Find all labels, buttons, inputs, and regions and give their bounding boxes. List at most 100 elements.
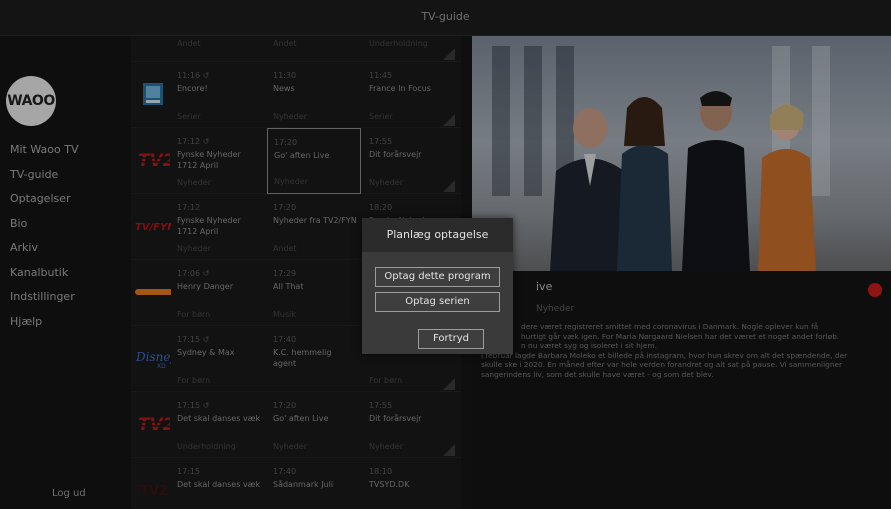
program-description: dere været registreret smittet med coron… — [481, 322, 886, 380]
program-cell[interactable]: Andet — [171, 36, 265, 62]
cancel-button[interactable]: Fortryd — [418, 329, 484, 349]
svg-text:XD: XD — [157, 363, 166, 369]
guide-row: TV217:15Det skal danses vækUnderholdning… — [131, 458, 461, 509]
program-cell[interactable]: 11:30 News Nyheder — [267, 62, 361, 128]
sidebar-item-bio[interactable]: Bio — [10, 212, 78, 237]
channel-logo-icon: TV2 — [135, 472, 171, 508]
guide-row-partial: Andet Andet Underholdning — [131, 36, 461, 62]
program-cell[interactable]: 17:40 K.C. hemmelig agent — [267, 326, 361, 392]
program-genre: For børn — [177, 310, 211, 319]
program-genre: Nyheder — [177, 178, 211, 187]
record-series-button[interactable]: Optag serien — [375, 292, 500, 312]
svg-text:TV2: TV2 — [138, 151, 170, 171]
program-time: 17:20 — [273, 401, 297, 410]
program-cell[interactable]: 11:16 ↺ Encore! Serier — [171, 62, 265, 128]
program-genre: Nyheder — [273, 112, 307, 121]
program-cell[interactable]: Andet — [267, 36, 361, 62]
sidebar-nav: Mit Waoo TV TV-guide Optagelser Bio Arki… — [10, 138, 78, 334]
program-time: 17:55 — [369, 401, 393, 410]
sidebar-item-kanalbutik[interactable]: Kanalbutik — [10, 261, 78, 286]
svg-text:TV2: TV2 — [140, 484, 168, 499]
program-cell[interactable]: 17:15 ↺ Sydney & Max For børn — [171, 326, 265, 392]
page-title: TV-guide — [421, 10, 470, 23]
program-time: 17:15 ↺ — [177, 401, 210, 410]
program-title: Go' aften Live — [274, 151, 330, 160]
program-time: 11:45 — [369, 71, 393, 80]
program-time: 18:10 — [369, 467, 393, 476]
program-detail-panel — [472, 36, 891, 509]
svg-text:Disney: Disney — [135, 350, 171, 364]
channel-logo-icon: TV/FYN — [135, 208, 171, 244]
description-line: I februar lagde Barbara Moleko et billed… — [481, 350, 848, 360]
program-genre: Musik — [273, 310, 296, 319]
program-cell-selected[interactable]: 17:20 Go' aften Live Nyheder — [267, 128, 361, 194]
guide-row: TV2 17:12 ↺ Fynske Nyheder 1712 April Nyhed… — [131, 128, 461, 194]
sidebar-item-mit-waoo-tv[interactable]: Mit Waoo TV — [10, 138, 78, 163]
program-time: 17:20 — [274, 138, 298, 147]
program-time: 17:40 — [273, 335, 297, 344]
channel-logo-icon — [135, 274, 171, 310]
program-cell[interactable]: 17:55 Dit forårsvejr Nyheder — [363, 128, 457, 194]
program-title: K.C. hemmelig agent — [273, 348, 332, 368]
program-title: Det skal danses væk — [177, 414, 261, 423]
program-cell[interactable]: 17:20 Nyheder fra TV2/FYN Andet — [267, 194, 361, 260]
program-cell[interactable]: 17:40Sådanmark JuliSerier — [267, 458, 361, 509]
program-title: TVSYD.DK — [369, 480, 410, 489]
program-time: 17:12 ↺ — [177, 137, 210, 146]
svg-text:TV2: TV2 — [138, 415, 170, 435]
program-cell[interactable]: 17:15 ↺ Det skal danses væk Underholdning — [171, 392, 265, 458]
program-genre: For børn — [177, 376, 211, 385]
description-line: n nu været syg og isoleret i sit hjem. — [521, 341, 657, 351]
program-time: 17:40 — [273, 467, 297, 476]
program-title: Encore! — [177, 84, 208, 93]
logout-button[interactable]: Log ud — [52, 488, 86, 499]
sidebar-item-tv-guide[interactable]: TV-guide — [10, 163, 78, 188]
program-genre: Underholdning — [177, 442, 236, 451]
channel-logo-icon: TV2 — [135, 142, 171, 178]
program-genre: Nyheder — [273, 442, 307, 451]
program-title: ive — [536, 280, 553, 293]
program-cell[interactable]: 17:12 Fynske Nyheder 1712 April Nyheder — [171, 194, 265, 260]
channel-logo-icon — [135, 76, 171, 112]
program-cell[interactable]: 17:55 Dit forårsvejr Nyheder — [363, 392, 457, 458]
description-line: dere været registreret smittet med coron… — [521, 322, 819, 331]
program-cell[interactable]: 17:15Det skal danses vækUnderholdning — [171, 458, 265, 509]
program-title: News — [273, 84, 295, 93]
channel-logo-icon: TV2 — [135, 406, 171, 442]
record-program-button[interactable]: Optag dette program — [375, 267, 500, 287]
svg-text:TV/FYN: TV/FYN — [135, 222, 171, 233]
program-title: Dit forårsvejr — [369, 414, 422, 423]
record-corner-icon — [443, 378, 455, 390]
sidebar-item-indstillinger[interactable]: Indstillinger — [10, 285, 78, 310]
program-cell[interactable]: 17:20 Go' aften Live Nyheder — [267, 392, 361, 458]
program-cell[interactable]: 11:45 France In Focus Serier — [363, 62, 457, 128]
sidebar-item-optagelser[interactable]: Optagelser — [10, 187, 78, 212]
program-genre: Nyheder — [177, 244, 211, 253]
guide-row: 11:16 ↺ Encore! Serier 11:30 News Nyheder 11:4… — [131, 62, 461, 128]
program-cell[interactable]: 17:06 ↺ Henry Danger For børn — [171, 260, 265, 326]
app-root: TV-guide WAOO Mit Waoo TV TV-guide Optag… — [0, 0, 891, 509]
top-bar: TV-guide — [0, 0, 891, 36]
sidebar-item-hjaelp[interactable]: Hjælp — [10, 310, 78, 335]
program-cell[interactable]: 17:12 ↺ Fynske Nyheder 1712 April Nyheder — [171, 128, 265, 194]
presenters-photo — [550, 91, 816, 271]
program-genre: For børn — [369, 376, 403, 385]
sidebar-item-arkiv[interactable]: Arkiv — [10, 236, 78, 261]
program-genre: Nyheder — [274, 177, 308, 186]
program-title: Sydney & Max — [177, 348, 235, 357]
program-hero-image — [472, 36, 891, 271]
record-corner-icon — [443, 114, 455, 126]
program-time: 17:20 — [273, 203, 297, 212]
sidebar: WAOO Mit Waoo TV TV-guide Optagelser Bio… — [0, 36, 131, 509]
program-genre: Serier — [369, 112, 393, 121]
program-title: Henry Danger — [177, 282, 233, 291]
program-title: Sådanmark Juli — [273, 480, 334, 489]
program-title: All That — [273, 282, 304, 291]
program-cell[interactable]: 17:29 All That Musik — [267, 260, 361, 326]
program-time: 17:15 ↺ — [177, 335, 210, 344]
program-cell[interactable]: 18:10TVSYD.DKAndet — [363, 458, 457, 509]
record-corner-icon — [443, 444, 455, 456]
guide-row: TV2 17:15 ↺ Det skal danses væk Underholdni… — [131, 392, 461, 458]
program-genre: Nyheder — [369, 178, 403, 187]
program-cell[interactable]: Underholdning — [363, 36, 457, 62]
